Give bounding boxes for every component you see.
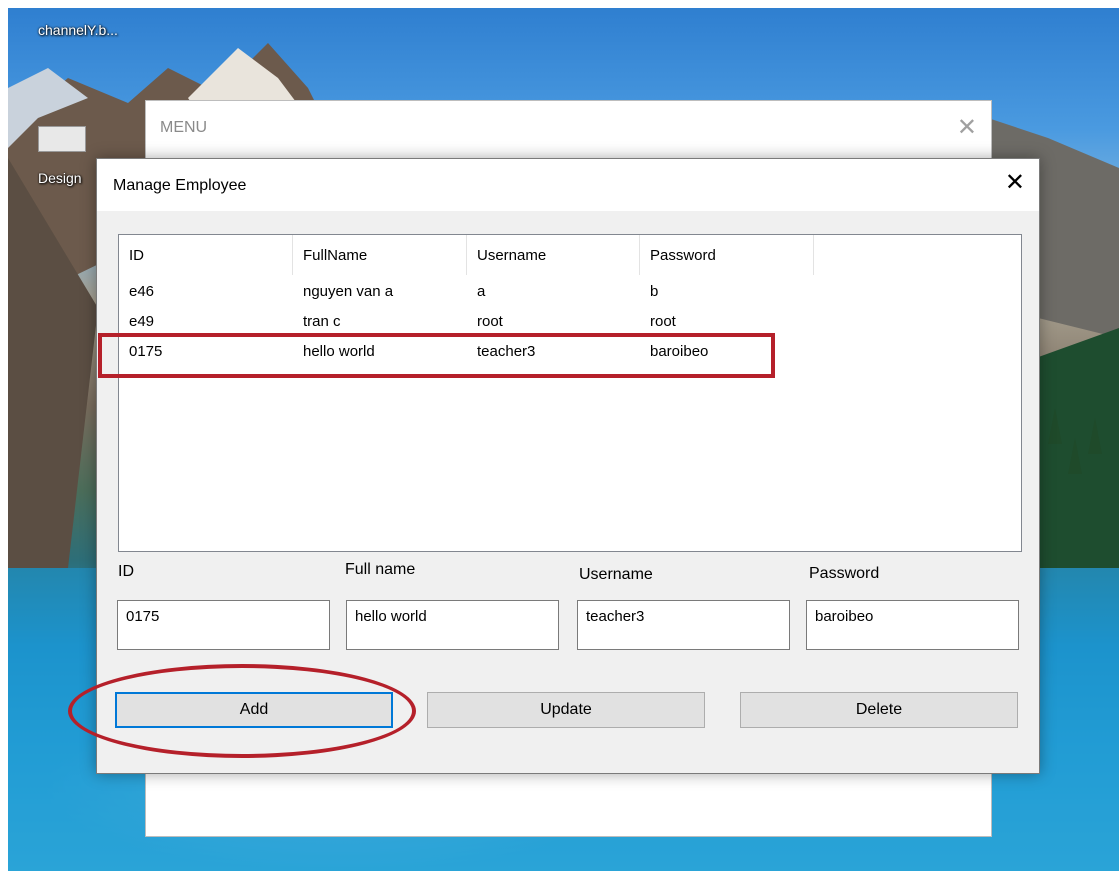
cell-fullname: nguyen van a — [303, 283, 394, 300]
highlight-rectangle-annotation — [98, 333, 775, 378]
employee-list-view[interactable]: ID FullName Username Password e46 nguyen… — [118, 234, 1022, 552]
desktop-icon-label: channelY.b... — [38, 22, 118, 38]
id-input[interactable]: 0175 — [117, 600, 330, 650]
username-input[interactable]: teacher3 — [577, 600, 790, 650]
password-input[interactable]: baroibeo — [806, 600, 1019, 650]
dialog-titlebar[interactable]: Manage Employee ✕ — [97, 159, 1039, 211]
tree-decoration — [1088, 418, 1102, 454]
cell-username: a — [477, 283, 486, 300]
highlight-ellipse-annotation — [68, 664, 416, 758]
cell-password: b — [650, 283, 659, 300]
id-label: ID — [118, 563, 134, 580]
fullname-label: Full name — [345, 561, 416, 578]
file-thumbnail-icon — [38, 126, 86, 152]
update-button[interactable]: Update — [427, 692, 705, 728]
menu-window-title: MENU — [160, 119, 208, 136]
column-header-username[interactable]: Username — [467, 235, 640, 275]
password-label: Password — [809, 565, 880, 582]
column-header-fullname[interactable]: FullName — [293, 235, 467, 275]
desktop-icon-label: Design — [38, 170, 82, 186]
list-header: ID FullName Username Password — [119, 235, 1021, 275]
delete-button[interactable]: Delete — [740, 692, 1018, 728]
close-icon[interactable]: ✕ — [957, 113, 977, 142]
cell-id: e46 — [129, 283, 155, 300]
tree-decoration — [1048, 408, 1062, 444]
close-icon[interactable]: ✕ — [1005, 171, 1025, 195]
column-header-id[interactable]: ID — [119, 235, 293, 275]
fullname-input[interactable]: hello world — [346, 600, 559, 650]
username-label: Username — [579, 566, 653, 583]
tree-decoration — [1068, 438, 1082, 474]
table-row[interactable]: e46 nguyen van a a b — [119, 277, 1021, 307]
column-header-password[interactable]: Password — [640, 235, 814, 275]
dialog-title: Manage Employee — [113, 177, 247, 194]
desktop-icon-design[interactable]: Design — [38, 126, 86, 186]
desktop-icon-channel[interactable]: channelY.b... — [38, 22, 118, 38]
